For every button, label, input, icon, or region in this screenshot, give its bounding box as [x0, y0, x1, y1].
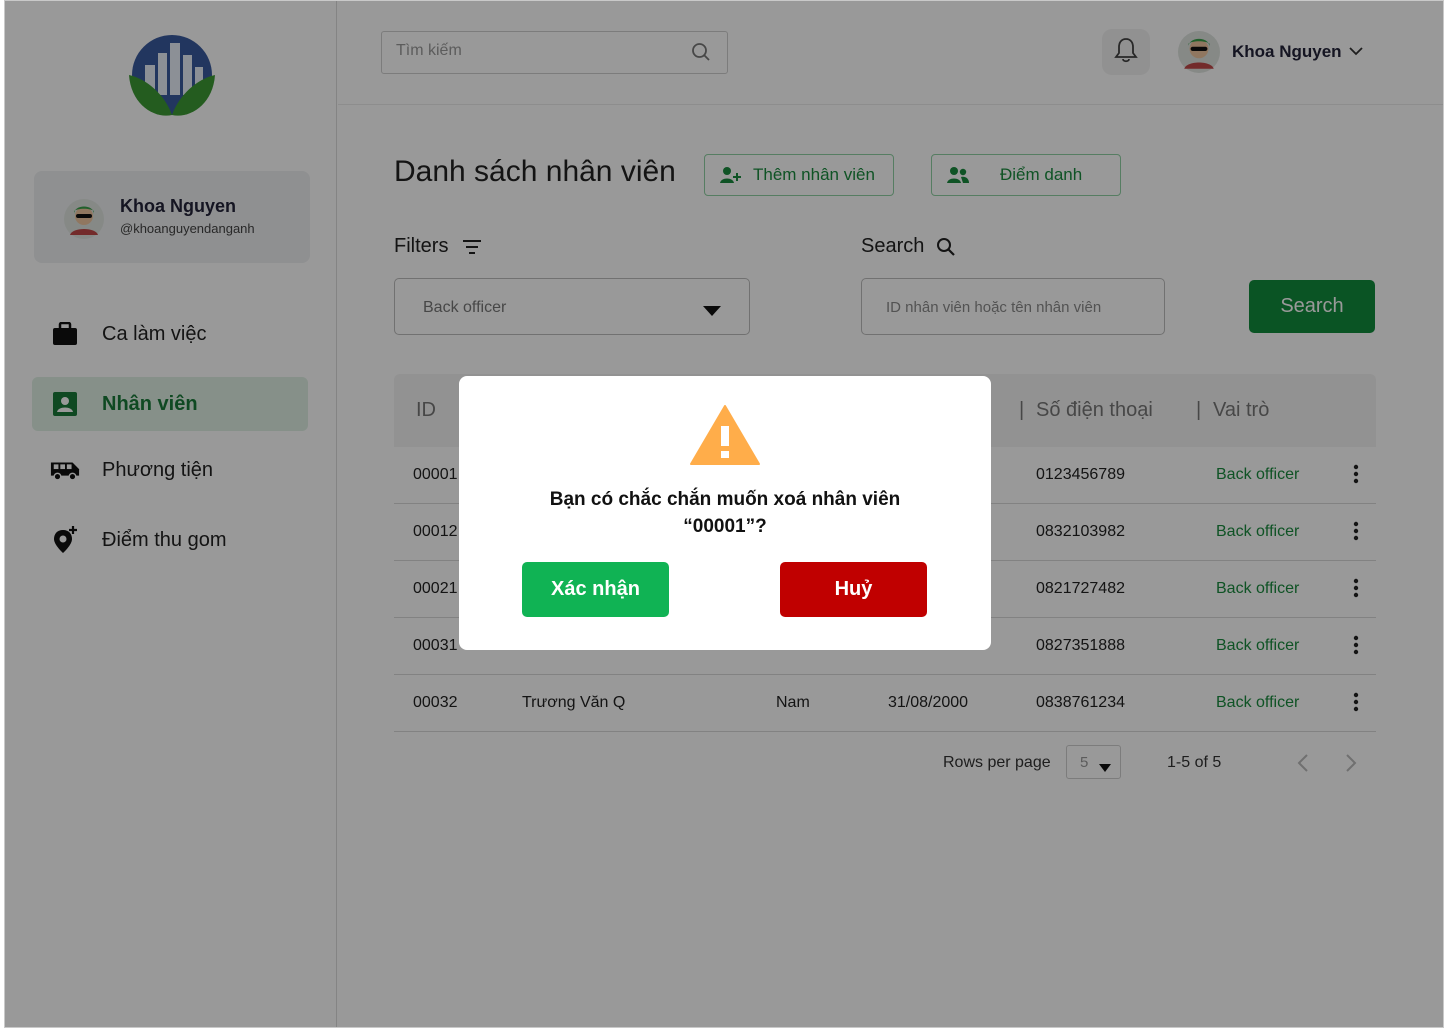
dialog-message-line: Bạn có chắc chắn muốn xoá nhân viên — [549, 489, 901, 510]
dialog-message-line: “00001”? — [683, 516, 767, 537]
dialog-message: Bạn có chắc chắn muốn xoá nhân viên “000… — [459, 486, 991, 540]
cancel-button[interactable]: Huỷ — [780, 562, 927, 617]
confirm-button[interactable]: Xác nhận — [522, 562, 669, 617]
app-window: Khoa Nguyen @khoanguyendanganh Ca làm vi… — [4, 0, 1444, 1028]
warning-icon — [689, 404, 761, 471]
delete-confirmation-dialog: Bạn có chắc chắn muốn xoá nhân viên “000… — [459, 376, 991, 650]
